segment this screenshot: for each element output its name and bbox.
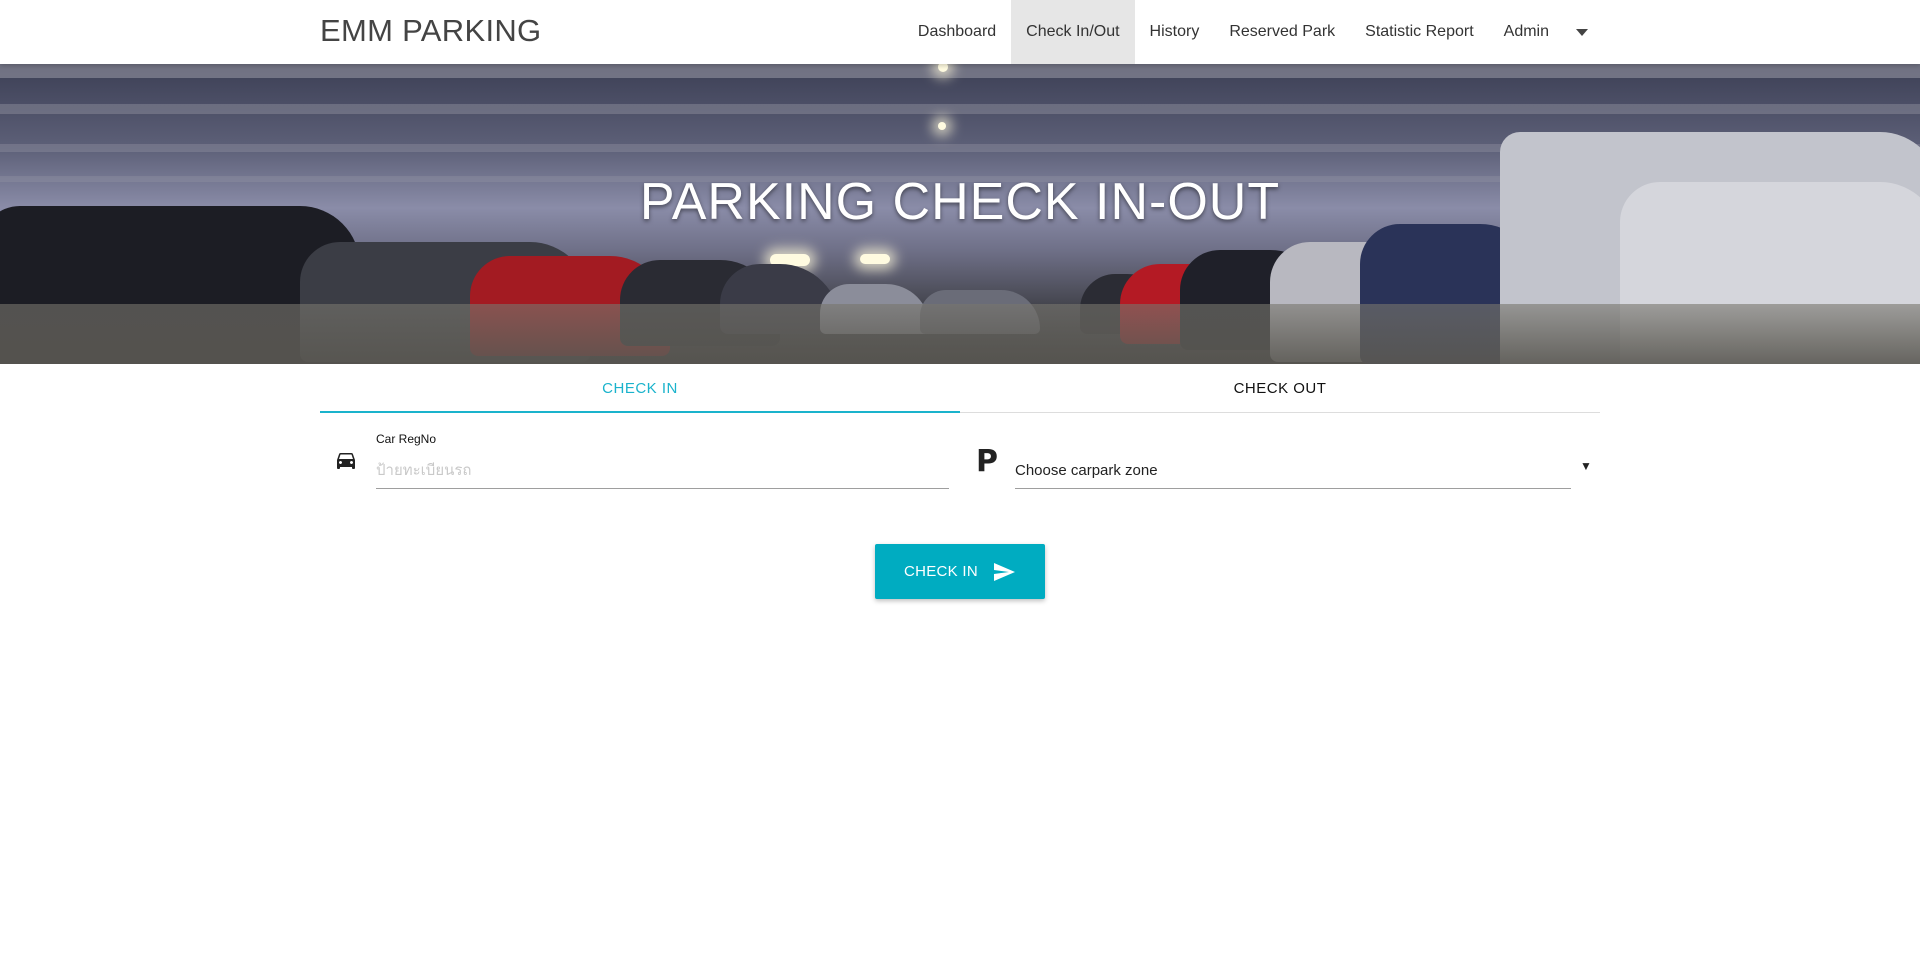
carpark-zone-select[interactable]: Choose carpark zone: [1015, 452, 1571, 489]
select-arrow-icon: ▼: [1580, 459, 1592, 473]
brand-logo[interactable]: EMM PARKING: [320, 13, 541, 49]
nav-item-check-in-out[interactable]: Check In/Out: [1011, 0, 1135, 64]
nav-item-dashboard[interactable]: Dashboard: [903, 0, 1011, 64]
check-in-button-label: CHECK IN: [903, 563, 979, 580]
check-in-button[interactable]: CHECK IN: [875, 544, 1045, 599]
nav-item-history[interactable]: History: [1135, 0, 1215, 64]
top-navbar: EMM PARKING Dashboard Check In/Out Histo…: [0, 0, 1920, 64]
car-icon: [337, 453, 355, 469]
car-regno-label: Car RegNo: [376, 432, 437, 446]
nav-item-reserved-park[interactable]: Reserved Park: [1214, 0, 1350, 64]
send-icon: [994, 562, 1016, 581]
tab-check-in[interactable]: CHECK IN: [320, 364, 960, 413]
check-tabs: CHECK IN CHECK OUT: [320, 364, 1600, 413]
caret-down-icon: [1576, 28, 1588, 36]
nav-item-statistic-report[interactable]: Statistic Report: [1350, 0, 1488, 64]
tab-check-out[interactable]: CHECK OUT: [960, 364, 1600, 412]
car-regno-input[interactable]: [376, 452, 949, 489]
hero-title: PARKING CHECK IN-OUT: [639, 173, 1281, 231]
admin-dropdown-toggle[interactable]: [1564, 0, 1600, 64]
nav-menu: Dashboard Check In/Out History Reserved …: [903, 0, 1600, 64]
parking-icon: P: [976, 444, 998, 479]
hero-banner: PARKING CHECK IN-OUT: [0, 64, 1920, 364]
carpark-zone-selected: Choose carpark zone: [1015, 461, 1158, 479]
nav-item-admin[interactable]: Admin: [1489, 0, 1564, 64]
